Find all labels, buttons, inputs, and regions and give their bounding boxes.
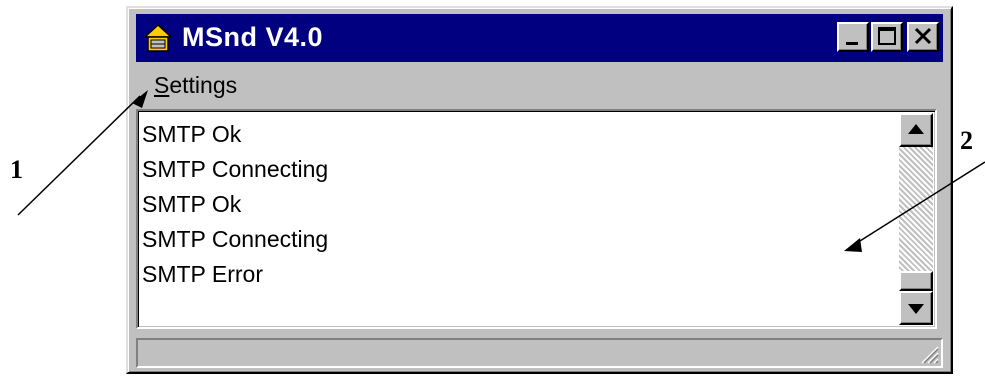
callout-arrow-1 — [132, 90, 148, 108]
annotation-layer — [17, 90, 985, 252]
callout-label-2: 2 — [960, 126, 973, 155]
callout-label-1: 1 — [10, 155, 23, 184]
callout-line-1 — [17, 95, 141, 216]
callout-line-2 — [851, 161, 985, 247]
callout-arrow-2 — [844, 238, 862, 252]
